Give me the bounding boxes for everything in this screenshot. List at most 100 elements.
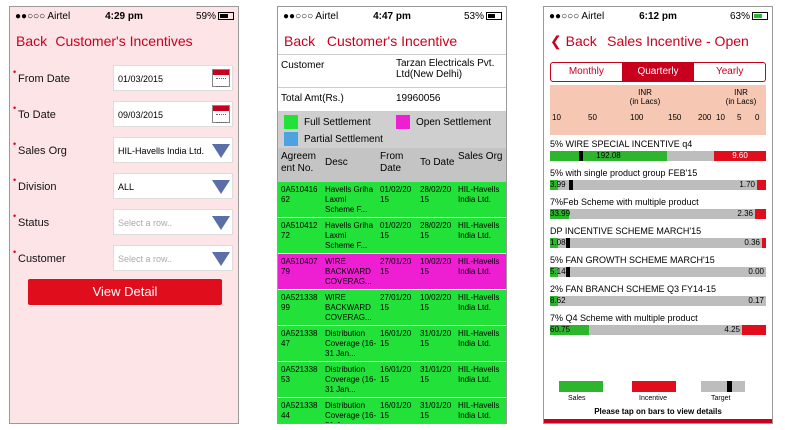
table-row[interactable]: 0A510412 72 Havells Griha Laxmi Scheme F.… — [278, 218, 506, 254]
cell-from: 16/01/20 15 — [380, 329, 412, 348]
dropdown-icon[interactable] — [212, 213, 234, 230]
table-row[interactable]: 0A521338 44 Distribution Coverage (16-31 … — [278, 398, 506, 423]
cell-no: 0A510407 79 — [281, 257, 318, 276]
customer-value: Tarzan Electricals Pvt. Ltd(New Delhi) — [396, 58, 495, 80]
incentive-value: 1.70 — [739, 180, 755, 189]
incentive-value: 9.60 — [732, 151, 748, 160]
dropdown-icon[interactable] — [212, 141, 234, 158]
header-org: Sales Org — [458, 151, 503, 162]
tick: 50 — [588, 113, 597, 122]
field-label: Customer — [18, 253, 66, 265]
incentive-value-bar — [742, 325, 766, 335]
axis-right-unit: INR — [734, 88, 748, 97]
tick: 10 — [552, 113, 561, 122]
sales-value: 3.99 — [550, 180, 566, 189]
sales-value: 1.08 — [550, 238, 566, 247]
sales-value: 8.62 — [550, 296, 566, 305]
sales-value: 192.08 — [596, 151, 621, 160]
incentive-bar[interactable]: 5.14 0.00 — [550, 267, 766, 277]
sales-bar: 8.62 — [550, 296, 566, 306]
nav-bar: ❮ Back Sales Incentive - Open — [544, 27, 772, 55]
nav-bar: Back Customer's Incentives — [10, 27, 238, 55]
incentive-item[interactable]: 2% FAN BRANCH SCHEME Q3 FY14-15 8.62 0.17 — [550, 284, 766, 306]
bottom-accent-bar — [544, 419, 772, 423]
header-from: From Date — [380, 151, 404, 174]
incentive-item[interactable]: 5% with single product group FEB'15 3.99 1… — [550, 168, 766, 190]
incentive-value-bar: 9.60 — [714, 151, 766, 161]
tick: 10 — [716, 113, 725, 122]
incentive-bar[interactable]: 1.08 0.36 — [550, 238, 766, 248]
dropdown-icon[interactable] — [212, 177, 234, 194]
cell-from: 27/01/20 15 — [380, 293, 412, 312]
axis-right-subunit: (in Lacs) — [725, 97, 757, 106]
target-marker — [566, 238, 570, 248]
incentive-bar[interactable]: 60.75 4.25 — [550, 325, 766, 335]
page-title: Customer's Incentives — [55, 33, 193, 49]
scheme-name: DP INCENTIVE SCHEME MARCH'15 — [550, 226, 702, 236]
cell-from: 01/02/20 15 — [380, 221, 412, 240]
form-row: • Sales Org HIL-Havells India Ltd. — [10, 131, 238, 167]
sales-bar: 1.08 — [550, 238, 566, 248]
target-swatch — [701, 381, 745, 392]
incentive-bar[interactable]: 8.62 0.17 — [550, 296, 766, 306]
cell-desc: WIRE BACKWARD COVERAG... — [325, 257, 372, 286]
tab-monthly[interactable]: Monthly — [551, 63, 622, 81]
incentive-bar[interactable]: 33.99 2.36 — [550, 209, 766, 219]
table-row[interactable]: 0A521338 47 Distribution Coverage (16-31 … — [278, 326, 506, 362]
sales-value: 5.14 — [550, 267, 566, 276]
dropdown-icon[interactable] — [212, 249, 234, 266]
tap-hint: Please tap on bars to view details — [594, 407, 722, 416]
incentive-value: 0.36 — [744, 238, 760, 247]
tab-yearly[interactable]: Yearly — [693, 63, 765, 81]
incentive-item[interactable]: 7%Feb Scheme with multiple product 33.99 2… — [550, 197, 766, 219]
legend-open-label: Open Settlement — [416, 116, 492, 128]
table-row[interactable]: 0A521338 53 Distribution Coverage (16-31 … — [278, 362, 506, 398]
battery-icon — [752, 12, 768, 21]
page-title: Sales Incentive - Open — [607, 33, 749, 49]
incentive-item[interactable]: 5% WIRE SPECIAL INCENTIVE q4 192.08 9.60 — [550, 139, 766, 161]
cell-to: 10/02/20 15 — [420, 293, 452, 312]
header-to: To Date — [420, 157, 455, 168]
incentive-swatch — [632, 381, 676, 392]
scheme-name: 7% Q4 Scheme with multiple product — [550, 313, 698, 323]
table-row[interactable]: 0A521338 99 WIRE BACKWARD COVERAG... 27/01… — [278, 290, 506, 326]
status-bar: ●●○○○ Airtel 6:12 pm 63% — [544, 7, 772, 27]
battery-icon — [486, 12, 502, 21]
calendar-icon[interactable] — [212, 105, 234, 123]
full-swatch — [284, 115, 298, 129]
form-row: • Status Select a row.. — [10, 203, 238, 239]
incentive-item[interactable]: 7% Q4 Scheme with multiple product 60.75 4… — [550, 313, 766, 335]
axis-left-title: INR (in Lacs) — [620, 88, 670, 106]
incentive-bar[interactable]: 192.08 9.60 — [550, 151, 766, 161]
tick: 200 — [698, 113, 712, 122]
target-marker — [566, 267, 570, 277]
sales-value: 60.75 — [550, 325, 571, 334]
incentive-item[interactable]: 5% FAN GROWTH SCHEME MARCH'15 5.14 0.00 — [550, 255, 766, 277]
scheme-name: 5% FAN GROWTH SCHEME MARCH'15 — [550, 255, 715, 265]
cell-org: HIL-Havells India Ltd. — [458, 185, 500, 204]
scheme-name: 5% with single product group FEB'15 — [550, 168, 698, 178]
cell-to: 31/01/20 15 — [420, 401, 452, 420]
sales-bar: 5.14 — [550, 267, 566, 277]
tab-quarterly[interactable]: Quarterly — [621, 63, 694, 81]
incentive-item[interactable]: DP INCENTIVE SCHEME MARCH'15 1.08 0.36 — [550, 226, 766, 248]
cell-to: 10/02/20 15 — [420, 257, 452, 276]
axis-left-unit: INR — [638, 88, 652, 97]
cell-no: 0A521338 47 — [281, 329, 318, 348]
form-row: • Division ALL — [10, 167, 238, 203]
sales-bar: 60.75 — [550, 325, 589, 335]
calendar-icon[interactable] — [212, 69, 234, 87]
table-row[interactable]: 0A510407 79 WIRE BACKWARD COVERAG... 27/01… — [278, 254, 506, 290]
cell-from: 01/02/20 15 — [380, 185, 412, 204]
incentive-value-bar — [762, 238, 766, 248]
cell-to: 28/02/20 15 — [420, 221, 452, 240]
incentive-bar[interactable]: 3.99 1.70 — [550, 180, 766, 190]
table-row[interactable]: 0A510416 62 Havells Griha Laxmi Scheme F.… — [278, 182, 506, 218]
required-marker: • — [13, 175, 17, 185]
tick: 150 — [668, 113, 682, 122]
axis-header: INR (in Lacs) INR (in Lacs) 10 50 100 150 … — [550, 85, 766, 135]
customer-row: Customer Tarzan Electricals Pvt. Ltd(New… — [278, 55, 506, 88]
view-detail-button[interactable]: View Detail — [28, 279, 222, 305]
scheme-name: 7%Feb Scheme with multiple product — [550, 197, 699, 207]
axis-left-subunit: (in Lacs) — [629, 97, 661, 106]
